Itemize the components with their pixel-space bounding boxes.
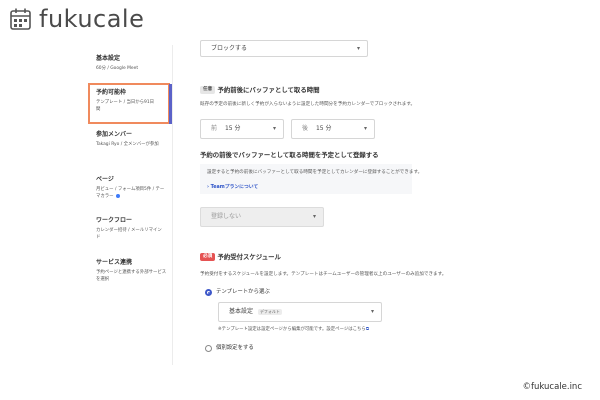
sidebar-item-title: ページ [96, 176, 114, 183]
sidebar-item-sub: 月ビュー / フォーム項目5件 / テーマカラー [96, 186, 168, 200]
brand-logo: fukucale [8, 6, 144, 32]
sidebar-item-sub: Takagi Ryo / 全メンバーが参加 [96, 142, 159, 147]
optional-tag: 任意 [200, 86, 216, 94]
buffer-title: 予約前後にバッファとして取る時間 [217, 86, 320, 94]
template-note-text: ※テンプレート設定は設定ページから編集が可能です。設定ページはこちら [218, 327, 366, 332]
selected-indicator [169, 84, 172, 124]
sidebar-item-page[interactable]: ページ 月ビュー / フォーム項目5件 / テーマカラー [96, 175, 174, 200]
calendar-logo-icon [10, 8, 31, 30]
sidebar-item-integrations[interactable]: サービス連携 予約ページと連携する外部サービスを選択 [96, 258, 174, 283]
block-select[interactable]: ブロックする ▾ [200, 40, 368, 57]
chevron-down-icon: ▾ [363, 125, 367, 132]
sidebar-item-members[interactable]: 参加メンバー Takagi Ryo / 全メンバーが参加 [96, 130, 174, 148]
sidebar-item-sub: 予約ページと連携する外部サービスを選択 [96, 270, 167, 282]
chevron-down-icon: ▾ [356, 45, 360, 52]
sidebar-item-title: 参加メンバー [96, 131, 133, 138]
default-badge: デフォルト [257, 308, 282, 315]
register-select[interactable]: 登録しない ▾ [200, 207, 324, 227]
schedule-heading: 必須 予約受付スケジュール [200, 253, 281, 262]
brand-name: fukucale [39, 5, 145, 33]
before-value: 15 分 [224, 125, 241, 132]
buffer-desc: 既存の予定の前後に新しく予約が入らないように設定した時間分を予約カレンダーでブロ… [200, 102, 416, 107]
template-note: ※テンプレート設定は設定ページから編集が可能です。設定ページはこちら⧉ [218, 327, 369, 333]
buffer-register-desc: 設定すると予約の前後にバッファーとして取る時間を予定としてカレンダーに登録するこ… [207, 170, 423, 175]
buffer-before-select[interactable]: 前 15 分 ▾ [200, 119, 284, 139]
sidebar-item-title: 基本設定 [96, 55, 121, 62]
register-select-value: 登録しない [211, 213, 242, 220]
custom-radio[interactable] [205, 345, 212, 352]
chevron-down-icon: ▾ [370, 308, 374, 315]
sidebar-item-title: サービス連携 [96, 259, 133, 266]
chevron-down-icon: ▾ [312, 213, 316, 220]
before-label: 前 [211, 125, 218, 132]
sidebar-item-basic[interactable]: 基本設定 60分 / Google Meet [96, 54, 174, 72]
copyright: ©fukucale.inc [522, 382, 582, 392]
required-tag: 必須 [200, 253, 216, 261]
buffer-after-select[interactable]: 後 15 分 ▾ [291, 119, 375, 139]
template-select[interactable]: 基本設定 デフォルト ▾ [218, 302, 382, 322]
team-plan-link[interactable]: › Teamプランについて [207, 183, 258, 190]
status-dot-icon [115, 193, 120, 198]
schedule-desc: 予約受付をするスケジュールを設定します。テンプレートはチームユーザーの管理者以上… [200, 272, 447, 277]
template-radio[interactable] [205, 289, 212, 296]
template-select-value: 基本設定 [229, 308, 254, 315]
sidebar-item-sub: カレンダー招待 / メールリマインド [96, 228, 162, 240]
block-select-value: ブロックする [211, 45, 248, 52]
sidebar-item-workflow[interactable]: ワークフロー カレンダー招待 / メールリマインド [96, 216, 174, 241]
after-label: 後 [302, 125, 309, 132]
schedule-title: 予約受付スケジュール [217, 253, 281, 261]
after-value: 15 分 [315, 125, 332, 132]
buffer-heading: 任意 予約前後にバッファとして取る時間 [200, 86, 320, 95]
external-link-icon[interactable]: ⧉ [366, 327, 369, 332]
sidebar-item-sub-text: 月ビュー / フォーム項目5件 / テーマカラー [96, 187, 165, 199]
template-radio-label[interactable]: テンプレートから選ぶ [216, 288, 270, 296]
highlight-frame [88, 83, 170, 124]
chevron-down-icon: ▾ [272, 125, 276, 132]
sidebar-item-sub: 60分 / Google Meet [96, 66, 139, 71]
buffer-register-heading: 予約の前後でバッファーとして取る時間を予定として登録する [200, 151, 379, 159]
sidebar-item-title: ワークフロー [96, 217, 133, 224]
custom-radio-label[interactable]: 個別設定をする [216, 344, 254, 352]
